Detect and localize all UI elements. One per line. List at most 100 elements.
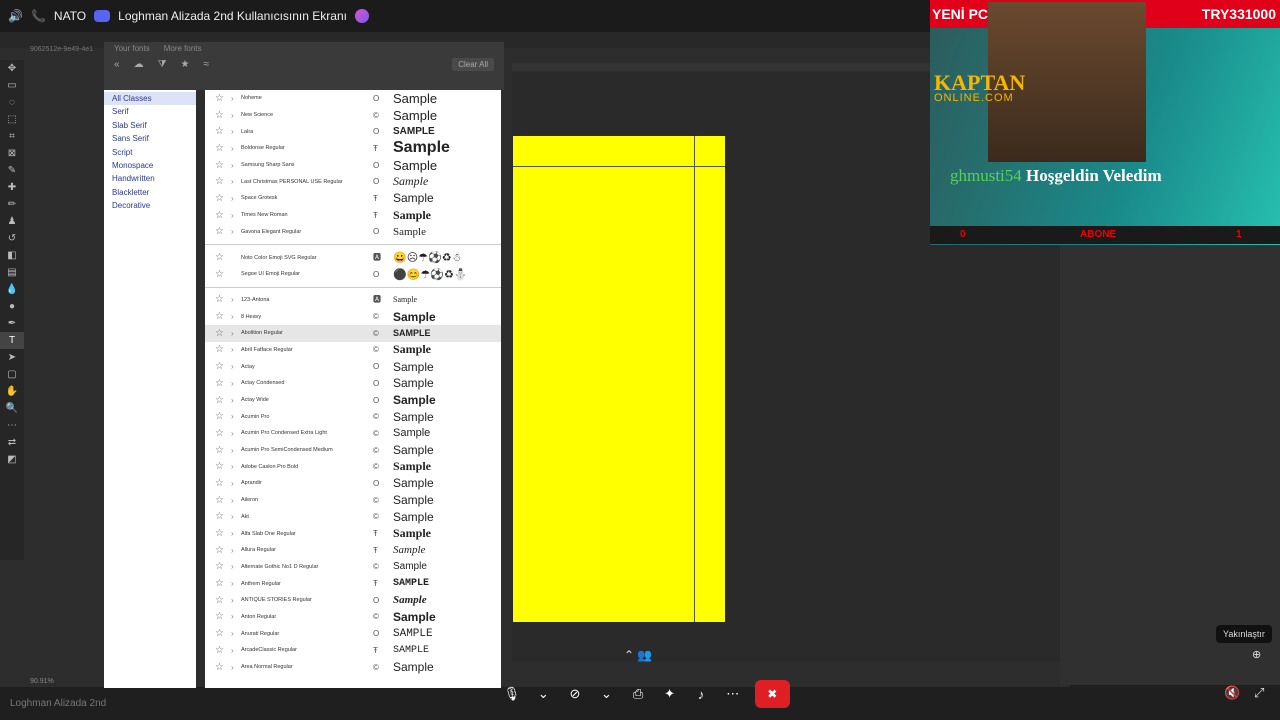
chevron-down-icon[interactable]: ⌄ xyxy=(534,686,554,702)
font-class-item[interactable]: Decorative xyxy=(104,199,196,212)
activities-icon[interactable]: ✦ xyxy=(660,686,680,702)
font-row[interactable]: ☆ › Acumin Pro © Sample xyxy=(205,408,501,425)
font-class-item[interactable]: Sans Serif xyxy=(104,132,196,145)
star-icon[interactable]: ☆ xyxy=(215,143,225,154)
font-row[interactable]: ☆ › Akt © Sample xyxy=(205,509,501,526)
marquee-tool-icon[interactable]: ▭ xyxy=(0,77,24,94)
font-row[interactable]: ☆ › Noheme O Sample xyxy=(205,90,501,107)
clear-all-button[interactable]: Clear All xyxy=(452,58,494,71)
soundboard-icon[interactable]: ♪ xyxy=(691,687,711,702)
leave-call-button[interactable]: ✖ xyxy=(754,680,791,708)
chevron-right-icon[interactable]: › xyxy=(231,529,239,538)
chevron-right-icon[interactable]: › xyxy=(231,479,239,488)
font-row[interactable]: ☆ › Alternate Gothic No1 D Regular © Sample xyxy=(205,559,501,576)
lasso-tool-icon[interactable]: ◌ xyxy=(0,94,24,111)
star-icon[interactable]: ☆ xyxy=(215,361,225,372)
star-icon[interactable]: ☆ xyxy=(215,328,225,339)
chevron-right-icon[interactable]: › xyxy=(231,295,239,304)
chevron-right-icon[interactable]: › xyxy=(231,596,239,605)
blur-tool-icon[interactable]: 💧 xyxy=(0,281,24,298)
font-class-item[interactable]: Slab Serif xyxy=(104,119,196,132)
gradient-tool-icon[interactable]: ▤ xyxy=(0,264,24,281)
dodge-tool-icon[interactable]: ● xyxy=(0,298,24,315)
font-row[interactable]: ☆ › Anthem Regular Ŧ SAMPLE xyxy=(205,575,501,592)
chevron-right-icon[interactable]: › xyxy=(231,362,239,371)
font-class-item[interactable]: Monospace xyxy=(104,159,196,172)
font-row[interactable]: ☆ Segoe UI Emoji Regular O ⚫😊☂⚽♻⛄ xyxy=(205,266,501,283)
eyedropper-tool-icon[interactable]: ✎ xyxy=(0,162,24,179)
similar-filter-icon[interactable]: ≈ xyxy=(203,59,209,70)
chevron-right-icon[interactable]: › xyxy=(231,94,239,103)
star-icon[interactable]: ☆ xyxy=(215,461,225,472)
more-options-icon[interactable]: ⋯ xyxy=(723,686,743,702)
chevron-right-icon[interactable]: › xyxy=(231,562,239,571)
star-icon[interactable]: ☆ xyxy=(215,294,225,305)
crop-tool-icon[interactable]: ⌗ xyxy=(0,128,24,145)
chevron-right-icon[interactable]: › xyxy=(231,177,239,186)
font-row[interactable]: ☆ › Abril Fatface Regular © Sample xyxy=(205,342,501,359)
chevron-right-icon[interactable]: › xyxy=(231,312,239,321)
hand-tool-icon[interactable]: ✋ xyxy=(0,383,24,400)
chevron-right-icon[interactable]: › xyxy=(231,512,239,521)
font-row[interactable]: ☆ › Actay Condensed O Sample xyxy=(205,375,501,392)
chevron-right-icon[interactable]: › xyxy=(231,211,239,220)
chevron-down-icon[interactable]: ⌄ xyxy=(597,686,617,702)
chevron-right-icon[interactable]: › xyxy=(231,396,239,405)
type-tool-icon[interactable]: T xyxy=(0,332,24,349)
chevron-right-icon[interactable]: › xyxy=(231,227,239,236)
cloud-filter-icon[interactable]: ☁ xyxy=(134,59,144,70)
speaker-icon[interactable]: 🔊 xyxy=(8,9,23,23)
font-class-item[interactable]: Script xyxy=(104,146,196,159)
chevron-right-icon[interactable]: › xyxy=(231,161,239,170)
tab-your-fonts[interactable]: Your fonts xyxy=(114,44,150,53)
zoom-in-icon[interactable]: ⊕ xyxy=(1252,648,1261,661)
star-icon[interactable]: ☆ xyxy=(215,252,225,263)
star-icon[interactable]: ☆ xyxy=(215,126,225,137)
fullscreen-icon[interactable]: ⤢ xyxy=(1254,685,1264,701)
chevron-right-icon[interactable]: › xyxy=(231,663,239,672)
font-class-item[interactable]: All Classes xyxy=(104,92,196,106)
volume-muted-icon[interactable]: 🔇 xyxy=(1224,685,1240,701)
star-icon[interactable]: ☆ xyxy=(215,528,225,539)
stamp-tool-icon[interactable]: ♟ xyxy=(0,213,24,230)
healing-tool-icon[interactable]: ✚ xyxy=(0,179,24,196)
star-icon[interactable]: ☆ xyxy=(215,578,225,589)
star-icon[interactable]: ☆ xyxy=(215,428,225,439)
font-row[interactable]: ☆ › Alfa Slab One Regular Ŧ Sample xyxy=(205,525,501,542)
star-icon[interactable]: ☆ xyxy=(215,511,225,522)
font-row[interactable]: ☆ › Lalra O SAMPLE xyxy=(205,123,501,140)
font-row[interactable]: ☆ › Aprandir O Sample xyxy=(205,475,501,492)
font-row[interactable]: ☆ › Last Christmas PERSONAL USE Regular O Sa… xyxy=(205,173,501,190)
swap-colors-icon[interactable]: ⇄ xyxy=(0,434,24,451)
font-row[interactable]: ☆ › Aileron © Sample xyxy=(205,492,501,509)
font-row[interactable]: ☆ › Allura Regular Ŧ Sample xyxy=(205,542,501,559)
star-icon[interactable]: ☆ xyxy=(215,210,225,221)
chevron-right-icon[interactable]: › xyxy=(231,446,239,455)
star-icon[interactable]: ☆ xyxy=(215,378,225,389)
font-row[interactable]: ☆ › Actay Wide O Sample xyxy=(205,392,501,409)
star-icon[interactable]: ☆ xyxy=(215,269,225,280)
document-tab[interactable]: 9062512e-9e49-4e1 xyxy=(30,46,110,58)
star-icon[interactable]: ☆ xyxy=(215,226,225,237)
chevron-right-icon[interactable]: › xyxy=(231,496,239,505)
star-icon[interactable]: ☆ xyxy=(215,628,225,639)
chevron-right-icon[interactable]: › xyxy=(231,462,239,471)
chevron-right-icon[interactable]: › xyxy=(231,546,239,555)
more-tools-icon[interactable]: ⋯ xyxy=(0,417,24,434)
star-icon[interactable]: ☆ xyxy=(215,395,225,406)
star-icon[interactable]: ☆ xyxy=(215,611,225,622)
star-icon[interactable]: ☆ xyxy=(215,645,225,656)
font-row[interactable]: ☆ › Anurati Regular O SAMPLE xyxy=(205,625,501,642)
font-row[interactable]: ☆ Noto Color Emoji SVG Regular 🅰 😀☹☂⚽♻☃ xyxy=(205,249,501,266)
double-chevron-left-icon[interactable]: « xyxy=(114,59,120,70)
font-row[interactable]: ☆ › Acumin Pro Condensed Extra Light © Sampl… xyxy=(205,425,501,442)
font-row[interactable]: ☆ › Samsung Sharp Sans O Sample xyxy=(205,157,501,174)
star-icon[interactable]: ☆ xyxy=(215,478,225,489)
chevron-right-icon[interactable]: › xyxy=(231,379,239,388)
select-tool-icon[interactable]: ⬚ xyxy=(0,111,24,128)
font-row[interactable]: ☆ › ArcadeClassic Regular Ŧ SAMPLE xyxy=(205,642,501,659)
path-select-icon[interactable]: ➤ xyxy=(0,349,24,366)
star-icon[interactable]: ☆ xyxy=(215,160,225,171)
star-icon[interactable]: ☆ xyxy=(215,545,225,556)
font-row[interactable]: ☆ › Anton Regular © Sample xyxy=(205,609,501,626)
